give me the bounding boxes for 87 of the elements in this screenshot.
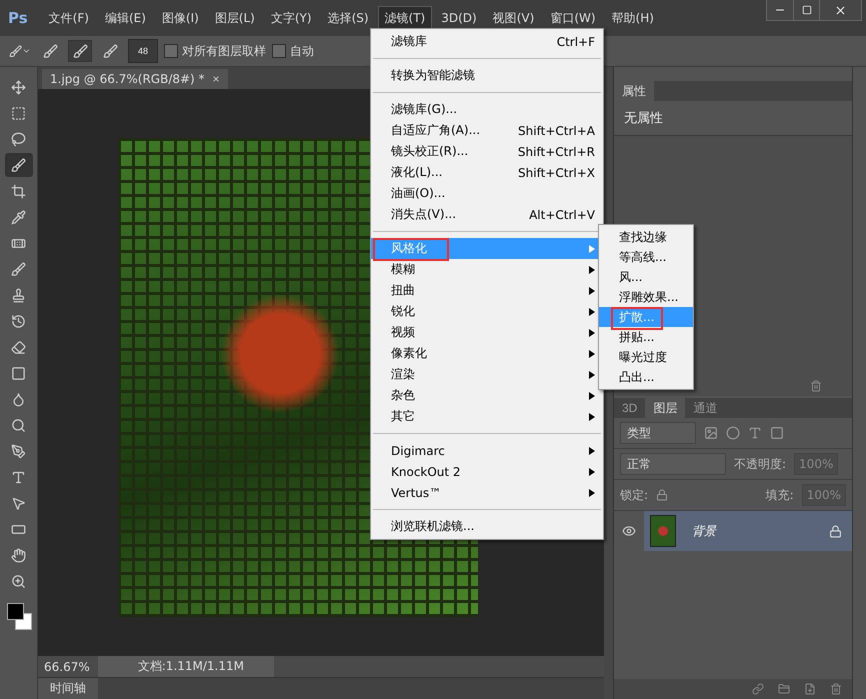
layer-row[interactable]: 背景: [644, 511, 852, 551]
menu-item[interactable]: 选择(S): [320, 6, 376, 30]
filter-kind-select[interactable]: 类型: [620, 422, 696, 444]
maximize-icon: [802, 5, 812, 15]
menu-option[interactable]: 其它: [371, 406, 603, 427]
trash-icon[interactable]: [810, 380, 822, 392]
menu-option[interactable]: Digimarc: [371, 440, 603, 461]
layer-thumbnail: [650, 515, 676, 547]
menu-item[interactable]: 图层(L): [208, 6, 262, 30]
selection-mode-button[interactable]: [68, 40, 92, 62]
close-tab-button[interactable]: ×: [212, 72, 220, 86]
submenu-arrow-icon: [589, 446, 595, 454]
document-size: 文档:1.11M/1.11M: [98, 656, 274, 677]
menu-option[interactable]: 滤镜库(G)...: [371, 99, 603, 120]
menu-option[interactable]: 镜头校正(R)... Shift+Ctrl+R: [371, 141, 603, 162]
properties-tab[interactable]: 属性: [614, 81, 654, 101]
link-icon[interactable]: [752, 683, 764, 695]
submenu-arrow-icon: [589, 370, 595, 378]
folder-icon[interactable]: [778, 683, 790, 695]
submenu-arrow-icon: [589, 350, 595, 358]
menu-item[interactable]: 视图(V): [486, 6, 542, 30]
menu-item[interactable]: 窗口(W): [543, 6, 603, 30]
menu-item[interactable]: 3D(D): [434, 7, 484, 29]
submenu-arrow-icon: [589, 412, 595, 420]
panel-tab[interactable]: 图层: [645, 398, 686, 418]
menu-option[interactable]: 风...: [599, 267, 693, 287]
timeline-tab[interactable]: 时间轴: [38, 678, 98, 699]
submenu-arrow-icon: [589, 468, 595, 476]
brush-size-picker[interactable]: 48: [128, 39, 158, 63]
panel-tab[interactable]: 通道: [685, 398, 726, 418]
fill-label: 填充:: [766, 486, 794, 504]
menu-option[interactable]: 凸出...: [599, 367, 693, 387]
checkbox-label: 对所有图层取样: [182, 42, 266, 60]
brush-icon: [102, 44, 118, 58]
menu-item[interactable]: 文字(Y): [264, 6, 319, 30]
brush-icon: [9, 44, 22, 58]
menu-option[interactable]: 液化(L)... Shift+Ctrl+X: [371, 162, 603, 183]
circle-icon: [726, 426, 740, 440]
submenu-arrow-icon: [589, 328, 595, 336]
menu-option[interactable]: 浮雕效果...: [599, 287, 693, 307]
menu-option[interactable]: 转换为智能滤镜: [371, 65, 603, 86]
menu-option[interactable]: 消失点(V)... Alt+Ctrl+V: [371, 204, 603, 225]
maximize-button[interactable]: [793, 0, 819, 20]
submenu-arrow-icon: [589, 488, 595, 496]
lock-icon: [656, 489, 668, 501]
checkbox-label: 自动: [290, 42, 314, 60]
square-icon: [770, 426, 784, 440]
submenu-arrow-icon: [589, 266, 595, 274]
blend-mode-select[interactable]: 正常: [620, 453, 726, 475]
document-tab[interactable]: 1.jpg @ 66.7%(RGB/8#) * ×: [42, 69, 228, 89]
menu-item[interactable]: 帮助(H): [604, 6, 661, 30]
checkbox[interactable]: [164, 44, 178, 58]
image-icon: [704, 426, 718, 440]
color-swatches-icon[interactable]: [4, 601, 32, 631]
menu-option[interactable]: 滤镜库 Ctrl+F: [371, 31, 603, 52]
submenu-arrow-icon: [589, 392, 595, 400]
menu-item[interactable]: 图像(I): [154, 6, 206, 30]
submenu-arrow-icon: [589, 308, 595, 316]
menu-option[interactable]: 杂色: [371, 385, 603, 406]
brush-icon: [42, 44, 58, 58]
submenu-arrow-icon: [589, 286, 595, 294]
menu-option[interactable]: 浏览联机滤镜...: [371, 516, 603, 537]
trash-icon[interactable]: [830, 683, 842, 695]
menu-option[interactable]: KnockOut 2: [371, 461, 603, 482]
type-icon: [748, 426, 762, 440]
menu-item[interactable]: 文件(F): [42, 6, 96, 30]
menu-option[interactable]: 自适应广角(A)... Shift+Ctrl+A: [371, 120, 603, 141]
panel-tab[interactable]: 3D: [614, 398, 646, 418]
submenu-arrow-icon: [589, 244, 595, 252]
close-button[interactable]: [819, 0, 861, 20]
app-logo: Ps: [8, 9, 28, 27]
lock-label: 锁定:: [620, 486, 648, 504]
opacity-label: 不透明度:: [734, 456, 786, 472]
menu-item[interactable]: 滤镜(T): [378, 6, 432, 30]
visibility-eye-icon[interactable]: [622, 524, 636, 538]
menu-option[interactable]: 拼贴...: [599, 327, 693, 347]
menu-item[interactable]: 编辑(E): [98, 6, 153, 30]
new-layer-icon[interactable]: [804, 683, 816, 695]
annotation-frame: [611, 307, 663, 330]
checkbox[interactable]: [272, 44, 286, 58]
brush-icon: [72, 44, 88, 58]
layer-name: 背景: [692, 522, 718, 540]
menu-option[interactable]: Vertus™: [371, 482, 603, 503]
zoom-level: 66.67%: [44, 660, 90, 674]
menu-option[interactable]: 油画(O)...: [371, 183, 603, 204]
menu-option[interactable]: 曝光过度: [599, 347, 693, 367]
close-icon: [834, 4, 847, 16]
